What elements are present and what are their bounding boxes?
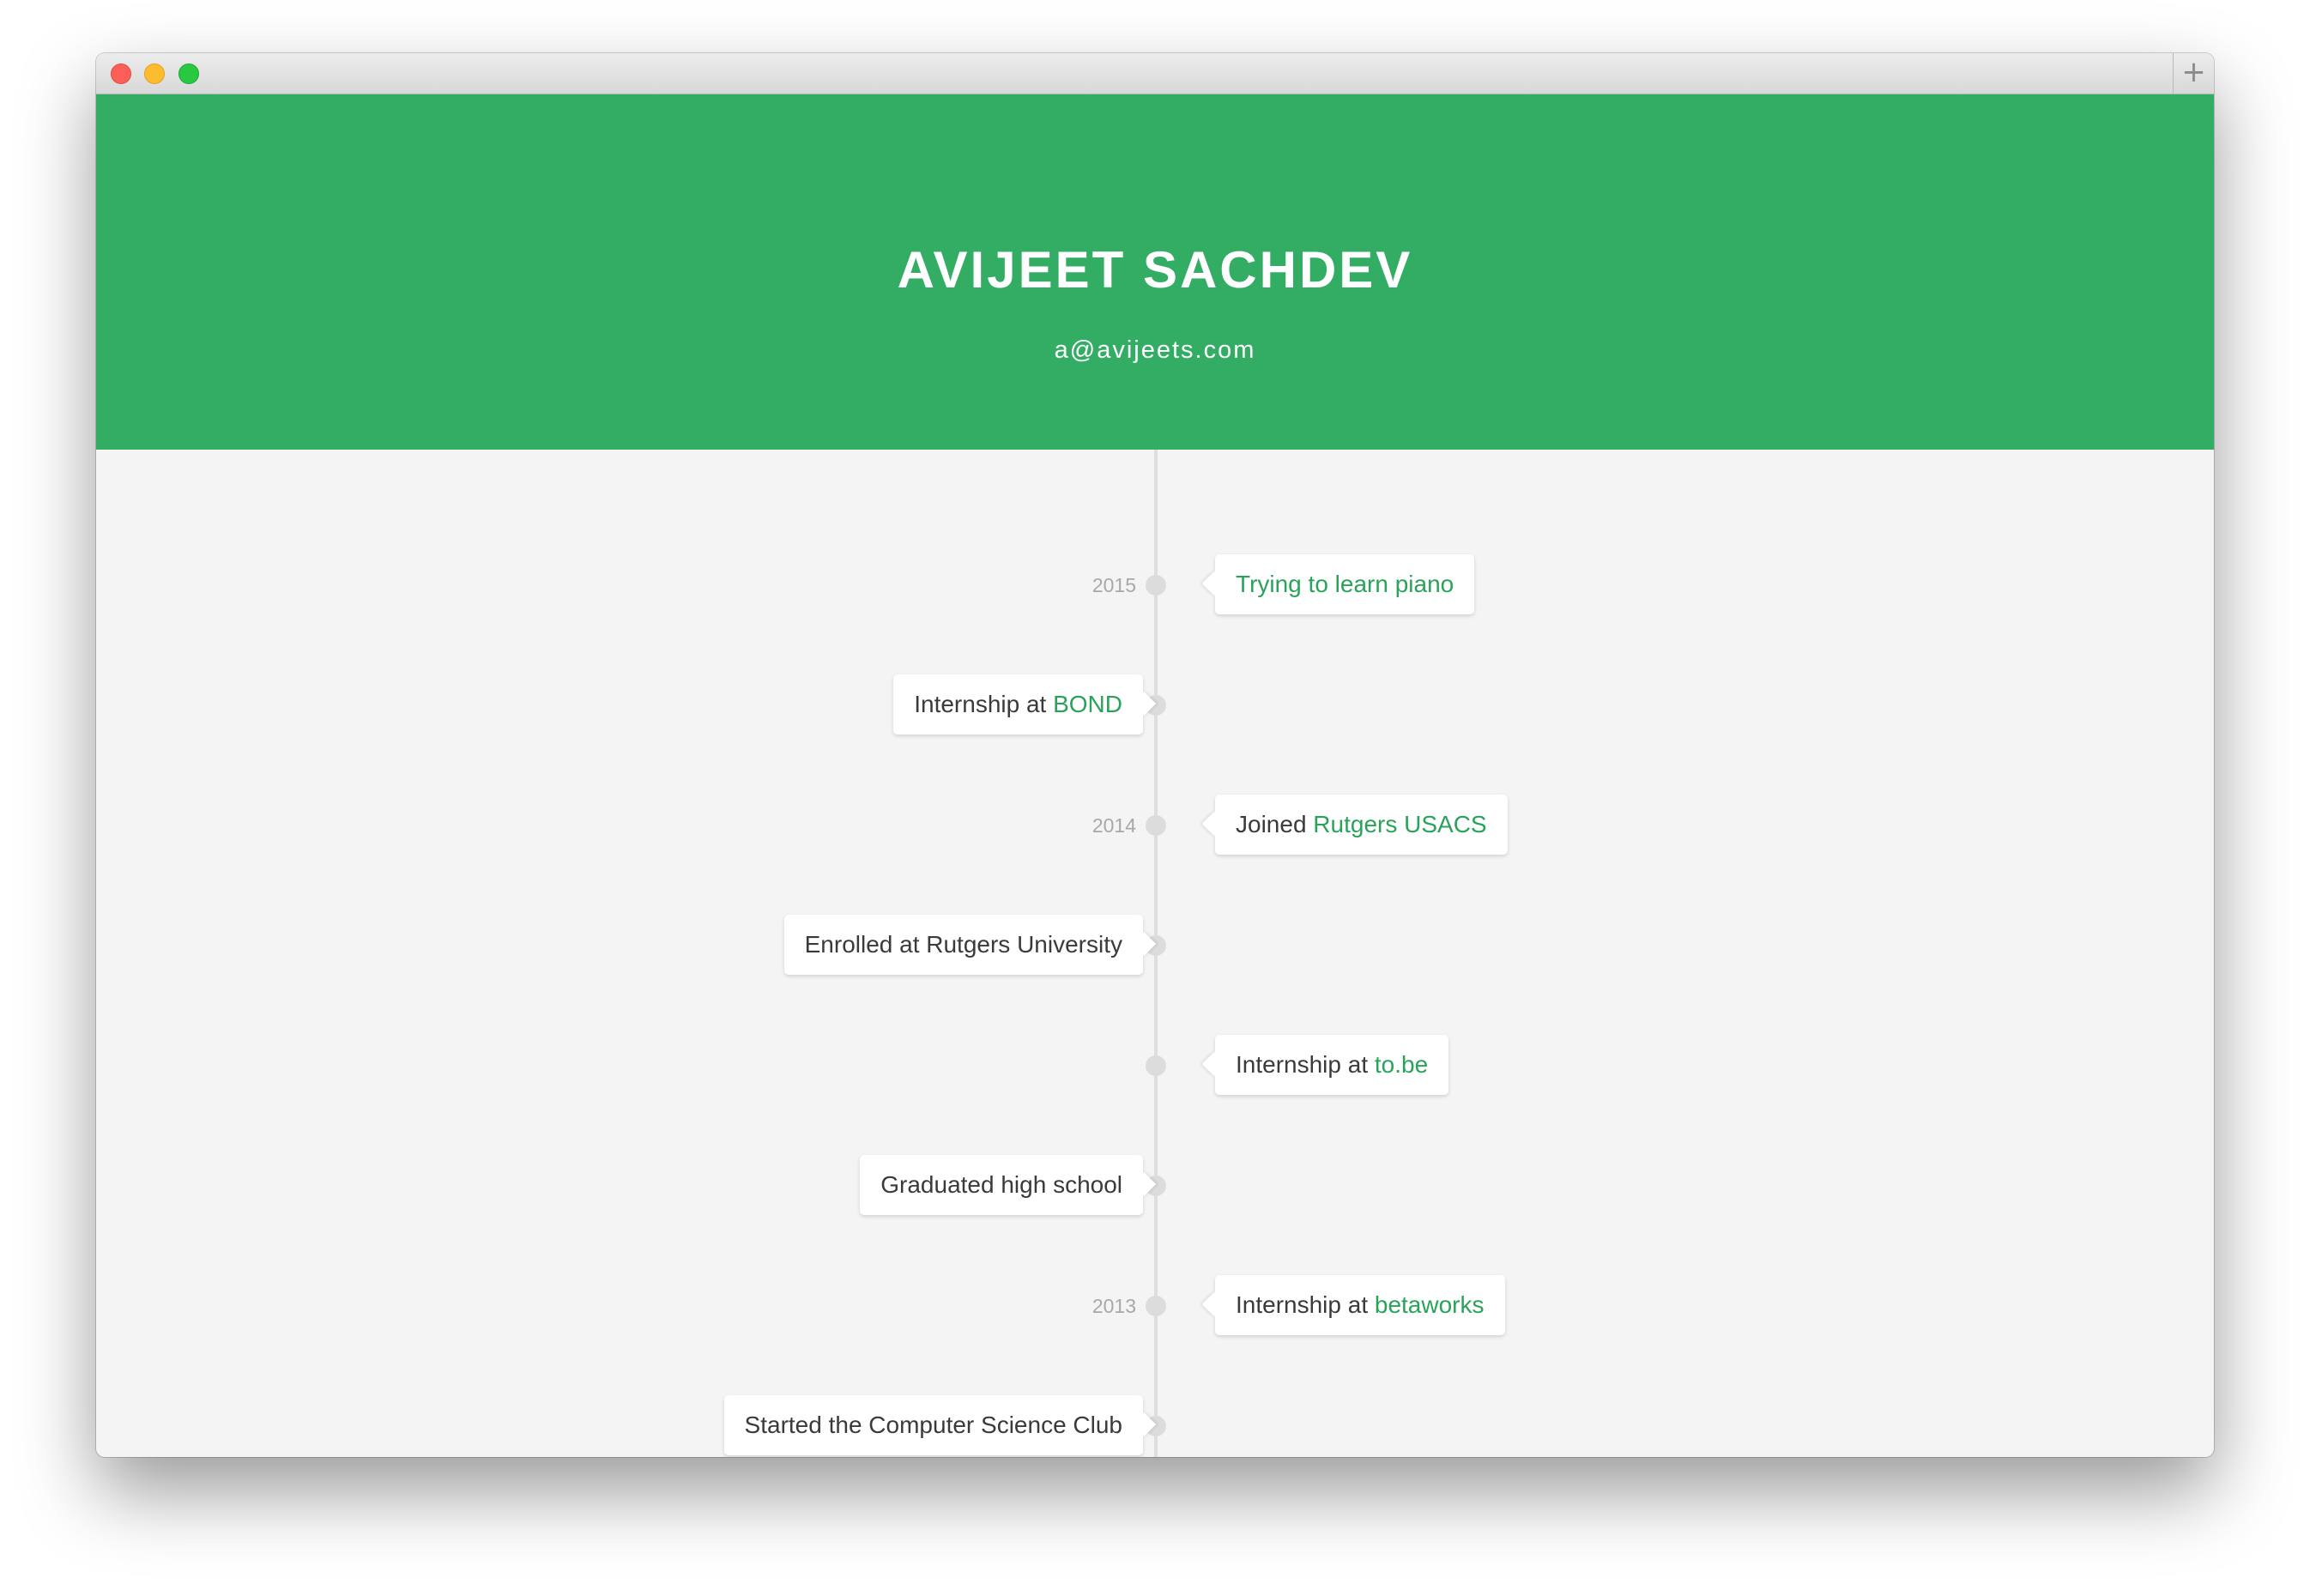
timeline-year: 2013 — [1092, 1295, 1136, 1317]
profile-header: AVIJEET SACHDEV a@avijeets.com — [96, 94, 2214, 450]
timeline-entry-text: Enrolled at Rutgers University — [804, 931, 1122, 958]
timeline-entry-link[interactable]: Trying to learn piano — [1236, 571, 1454, 597]
timeline-entry-text: Internship at — [914, 691, 1054, 717]
timeline-entry-link[interactable]: Rutgers USACS — [1313, 811, 1486, 837]
timeline-entry: Internship at BOND — [893, 674, 1143, 735]
minimize-window-button[interactable] — [144, 63, 165, 84]
timeline-entry-text: Joined — [1236, 811, 1314, 837]
maximize-window-button[interactable] — [178, 63, 199, 84]
timeline-entry-text: Internship at — [1236, 1051, 1375, 1078]
browser-window: + AVIJEET SACHDEV a@avijeets.com 2015 Tr… — [96, 53, 2214, 1457]
timeline-entry-text: Internship at — [1236, 1291, 1375, 1318]
email-address: a@avijeets.com — [1054, 336, 1256, 364]
timeline-dot — [1146, 575, 1166, 595]
timeline-entry-link[interactable]: BOND — [1053, 691, 1122, 717]
timeline-dot — [1146, 1055, 1166, 1076]
timeline-entry: Trying to learn piano — [1215, 554, 1475, 614]
timeline-entry-text: Graduated high school — [880, 1171, 1122, 1198]
timeline-entry-link[interactable]: betaworks — [1375, 1291, 1485, 1318]
timeline-year: 2015 — [1092, 574, 1136, 596]
timeline-dot — [1146, 815, 1166, 836]
timeline-entry: Graduated high school — [860, 1155, 1143, 1215]
new-tab-button[interactable]: + — [2173, 53, 2214, 94]
timeline-entry: Internship at betaworks — [1215, 1275, 1505, 1335]
timeline-entry: Joined Rutgers USACS — [1215, 795, 1508, 855]
timeline-entry: Internship at to.be — [1215, 1035, 1449, 1095]
title-bar: + — [96, 53, 2214, 94]
page-title: AVIJEET SACHDEV — [897, 241, 1413, 299]
timeline-dot — [1146, 1296, 1166, 1316]
timeline-entry-text: Started the Computer Science Club — [744, 1412, 1122, 1438]
close-window-button[interactable] — [111, 63, 131, 84]
timeline: 2015 Trying to learn piano Internship at… — [96, 450, 2214, 1457]
timeline-entry: Enrolled at Rutgers University — [783, 915, 1143, 975]
timeline-entry-link[interactable]: to.be — [1375, 1051, 1428, 1078]
timeline-entry: Started the Computer Science Club — [723, 1395, 1143, 1455]
timeline-year: 2014 — [1092, 814, 1136, 837]
